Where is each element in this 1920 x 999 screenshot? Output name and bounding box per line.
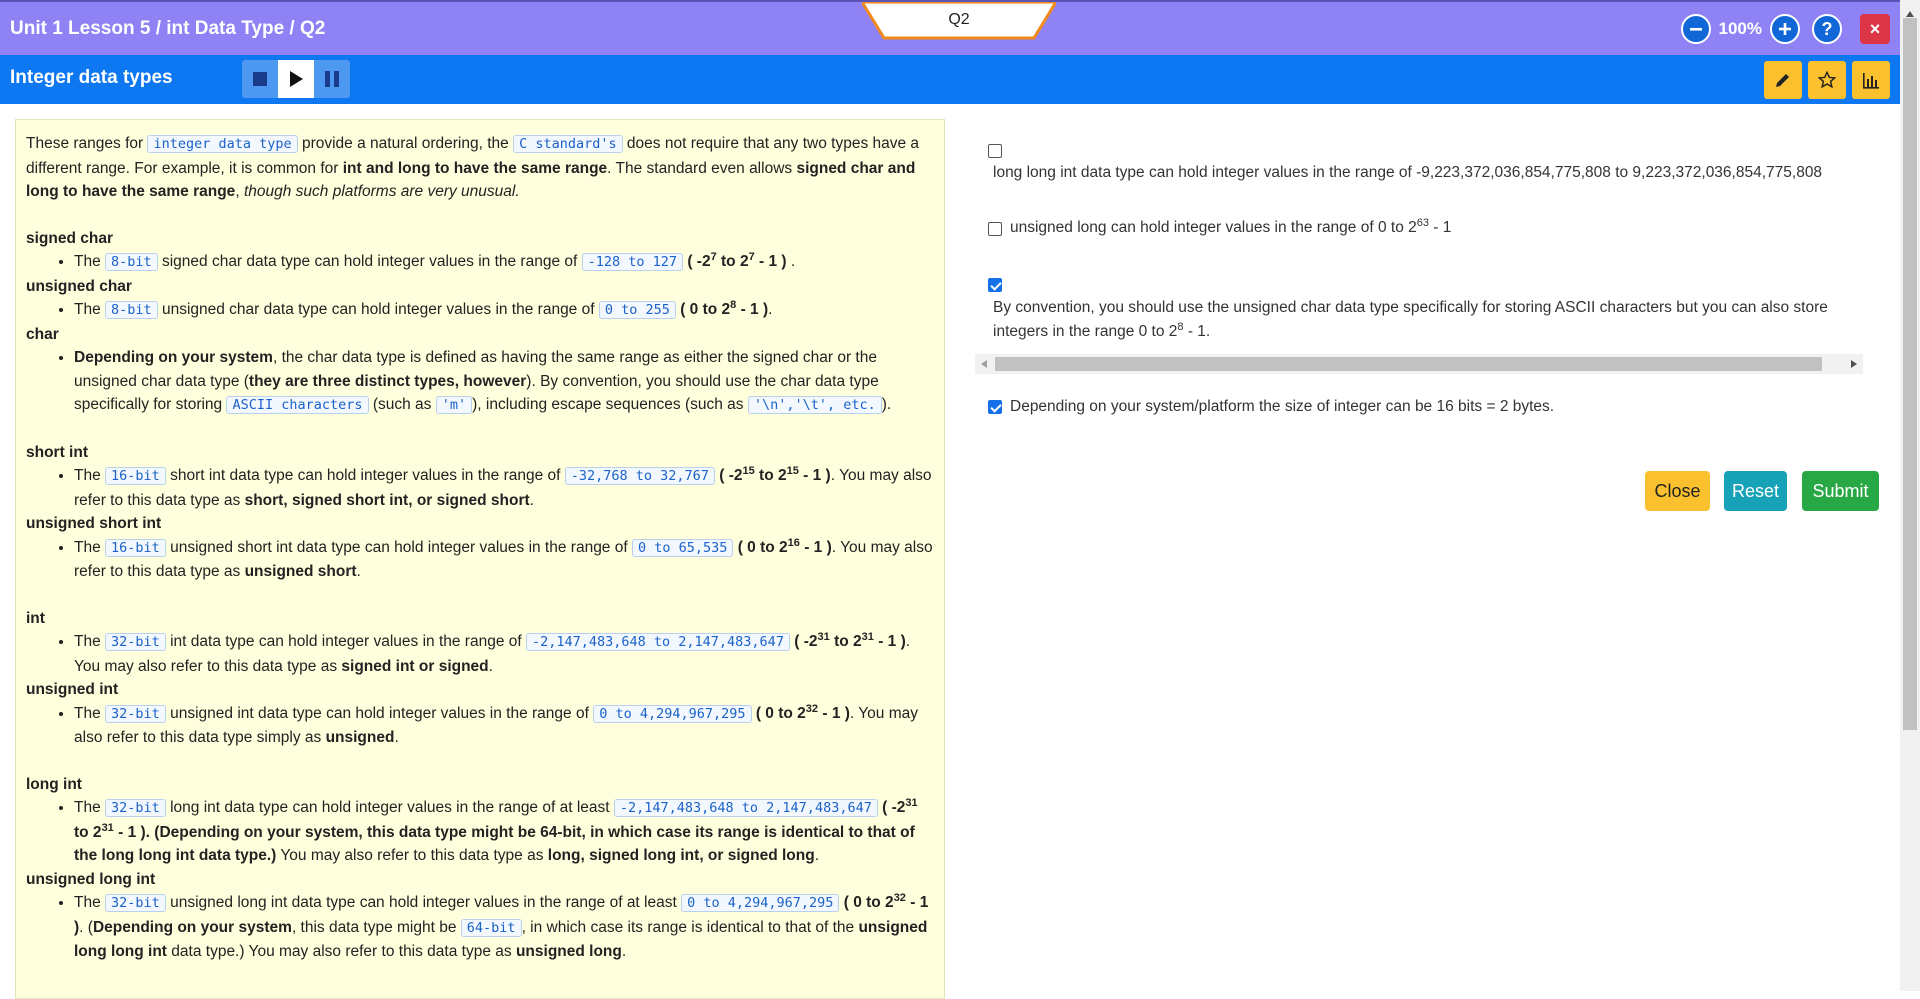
heading-signed-char: signed char <box>26 229 113 247</box>
heading-unsigned-short-int: unsigned short int <box>26 515 162 532</box>
minus-icon <box>1689 28 1702 31</box>
list-item: The 8-bit signed char data type can hold… <box>74 250 934 275</box>
option-4-checkbox[interactable] <box>988 400 1002 414</box>
pause-button[interactable] <box>314 60 350 98</box>
list-item: The 16-bit unsigned short int data type … <box>74 536 934 584</box>
stop-icon <box>253 72 267 86</box>
question-tab-label: Q2 <box>948 11 970 28</box>
heading-int: int <box>26 609 45 627</box>
close-icon: × <box>1869 18 1881 39</box>
edit-button[interactable] <box>1764 61 1802 99</box>
top-bar: Unit 1 Lesson 5 / int Data Type / Q2 Q2 … <box>0 0 1900 55</box>
pause-icon <box>325 71 339 87</box>
list-item: The 32-bit long int data type can hold i… <box>74 796 934 868</box>
heading-short-int: short int <box>26 443 88 461</box>
zoom-in-button[interactable] <box>1770 14 1800 44</box>
scroll-right-icon[interactable] <box>1848 358 1860 370</box>
lesson-title: Integer data types <box>10 67 173 88</box>
play-button[interactable] <box>278 60 314 98</box>
list-item: The 32-bit int data type can hold intege… <box>74 630 934 678</box>
option-1-label: long long int data type can hold integer… <box>993 164 1823 181</box>
star-icon <box>1818 71 1836 89</box>
option-1-checkbox[interactable] <box>988 144 1002 158</box>
window-close-button[interactable]: × <box>1860 14 1890 44</box>
submit-button[interactable]: Submit <box>1802 471 1879 511</box>
option-3-checkbox[interactable] <box>988 278 1002 292</box>
plus-icon <box>1779 23 1791 35</box>
list-item: Depending on your system, the char data … <box>74 346 934 418</box>
scroll-thumb[interactable] <box>995 357 1822 371</box>
page-scrollbar[interactable] <box>1900 0 1920 991</box>
heading-unsigned-int: unsigned int <box>26 681 119 698</box>
stop-button[interactable] <box>242 60 278 98</box>
heading-char: char <box>26 325 59 343</box>
reset-button[interactable]: Reset <box>1724 471 1787 511</box>
zoom-level: 100% <box>1718 19 1762 38</box>
intro-paragraph: These ranges for integer data type provi… <box>26 135 920 200</box>
toolbar-right <box>1764 61 1890 99</box>
pencil-icon <box>1776 74 1789 87</box>
list-item: The 16-bit short int data type can hold … <box>74 464 934 512</box>
list-item: The 8-bit unsigned char data type can ho… <box>74 298 934 323</box>
list-item: The 32-bit unsigned long int data type c… <box>74 891 934 964</box>
heading-long-int: long int <box>26 775 82 793</box>
favorite-button[interactable] <box>1808 61 1846 99</box>
heading-unsigned-char: unsigned char <box>26 277 132 295</box>
heading-unsigned-long-int: unsigned long int <box>26 870 156 888</box>
bar-chart-icon <box>1863 73 1879 89</box>
option-horizontal-scrollbar[interactable] <box>975 354 1863 374</box>
top-controls: 100% ? × <box>1680 14 1890 44</box>
option-4-label: Depending on your system/platform the si… <box>1010 398 1555 415</box>
help-button[interactable]: ? <box>1812 14 1842 44</box>
play-icon <box>290 71 303 87</box>
option-3-label: By convention, you should use the unsign… <box>993 299 1828 340</box>
list-item: The 32-bit unsigned int data type can ho… <box>74 702 934 750</box>
option-2-label: unsigned long can hold integer values in… <box>1010 216 1452 236</box>
stats-button[interactable] <box>1852 61 1890 99</box>
lesson-content: These ranges for integer data type provi… <box>15 119 945 999</box>
lesson-toolbar: Integer data types <box>0 55 1900 104</box>
question-tab[interactable]: Q2 <box>862 2 1056 42</box>
scroll-left-icon[interactable] <box>978 358 990 370</box>
media-controls <box>242 60 350 98</box>
breadcrumb: Unit 1 Lesson 5 / int Data Type / Q2 <box>10 18 326 39</box>
page-scroll-thumb[interactable] <box>1903 18 1917 730</box>
help-icon: ? <box>1821 19 1833 39</box>
close-button[interactable]: Close <box>1645 471 1710 511</box>
option-2-checkbox[interactable] <box>988 222 1002 236</box>
zoom-out-button[interactable] <box>1680 14 1711 44</box>
